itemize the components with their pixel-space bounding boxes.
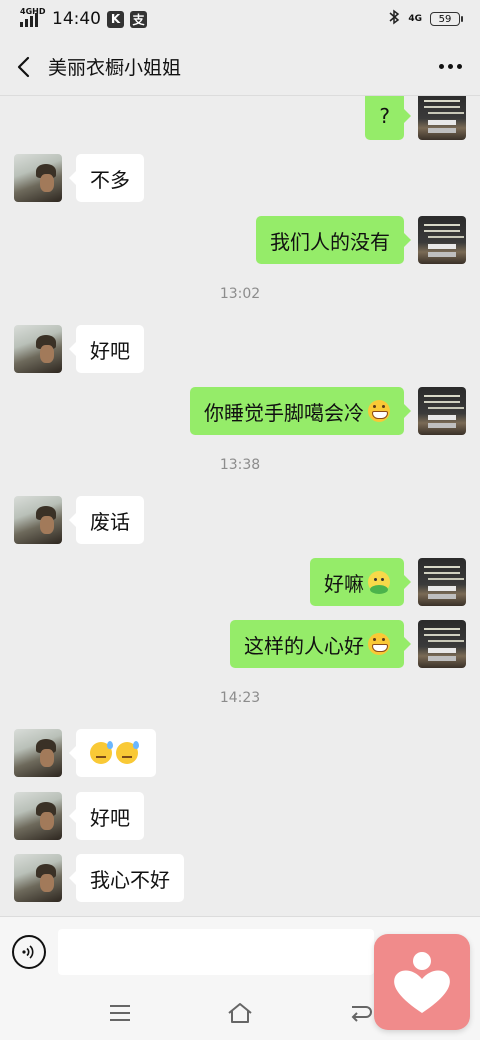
contact-avatar[interactable]: [14, 729, 62, 777]
battery-level: 59: [438, 13, 452, 25]
chat-title: 美丽衣橱小姐姐: [48, 57, 182, 79]
grin-icon: [368, 633, 390, 655]
chat-header: 美丽衣橱小姐姐: [0, 38, 480, 96]
message-input[interactable]: [58, 928, 374, 975]
sprout-icon: [368, 571, 390, 594]
contact-avatar[interactable]: [14, 325, 62, 373]
sent-bubble[interactable]: 我们人的没有: [256, 216, 411, 264]
received-bubble[interactable]: 好吧: [69, 325, 144, 373]
message-row-received: 好吧: [0, 792, 480, 840]
sweat-icon: [90, 741, 113, 764]
more-options-button[interactable]: [420, 38, 480, 96]
message-row-received: 我心不好: [0, 854, 480, 902]
dot-icon: [456, 64, 462, 69]
sent-bubble[interactable]: 你睡觉手脚噶会冷: [190, 387, 411, 435]
dot-icon: [447, 64, 453, 69]
status-bar: 4GHD 14:40 K 支 4G 59: [0, 0, 480, 38]
my-avatar[interactable]: [418, 96, 466, 140]
message-row-received: 不多: [0, 154, 480, 202]
message-row-sent: 这样的人心好: [0, 620, 480, 668]
heart-person-icon: [394, 952, 450, 1013]
message-text: 好嘛: [324, 571, 364, 596]
status-right: 4G 59: [388, 9, 463, 29]
floating-heart-button[interactable]: [374, 934, 470, 1030]
signal-icon: 4GHD: [20, 7, 45, 30]
chevron-left-icon: [17, 56, 30, 77]
message-text: 我心不好: [90, 867, 170, 892]
home-nav-button[interactable]: [220, 993, 260, 1033]
status-left: 4GHD 14:40 K 支: [20, 7, 147, 30]
alipay-icon: 支: [130, 10, 147, 28]
message-text: 废话: [90, 509, 130, 534]
timestamp: 13:38: [219, 457, 261, 473]
message-row-sent: 你睡觉手脚噶会冷: [0, 387, 480, 435]
sent-bubble[interactable]: 这样的人心好: [230, 620, 411, 668]
return-icon: [351, 1006, 372, 1022]
dot-icon: [438, 64, 444, 69]
message-row-received: 好吧: [0, 325, 480, 373]
my-avatar[interactable]: [418, 620, 466, 668]
grin-icon: [368, 400, 390, 422]
voice-input-button[interactable]: [12, 934, 46, 969]
sent-bubble[interactable]: 好嘛: [310, 558, 411, 606]
message-row-received: [0, 729, 480, 777]
message-row-sent: 好嘛: [0, 558, 480, 606]
message-text: 好吧: [90, 805, 130, 830]
message-text: 我们人的没有: [270, 229, 390, 254]
contact-avatar[interactable]: [14, 792, 62, 840]
message-text: 这样的人心好: [244, 633, 364, 658]
received-bubble[interactable]: 废话: [69, 496, 144, 544]
contact-avatar[interactable]: [14, 854, 62, 902]
message-text: 你睡觉手脚噶会冷: [204, 400, 364, 425]
received-bubble[interactable]: 好吧: [69, 792, 144, 840]
contact-avatar[interactable]: [14, 154, 62, 202]
my-avatar[interactable]: [418, 387, 466, 435]
my-avatar[interactable]: [418, 558, 466, 606]
back-button[interactable]: [0, 38, 48, 96]
message-text: 好吧: [90, 338, 130, 363]
received-bubble[interactable]: 我心不好: [69, 854, 184, 902]
message-list[interactable]: ? 不多 我们人的没有 13:02 好吧 你睡觉手脚噶会冷 13:38 废话 好…: [0, 96, 480, 916]
message-row-sent: 我们人的没有: [0, 216, 480, 264]
status-time: 14:40: [52, 9, 101, 29]
menu-nav-button[interactable]: [100, 993, 140, 1033]
k-app-icon: K: [107, 10, 124, 28]
menu-icon: [110, 1005, 130, 1021]
home-icon: [228, 1003, 252, 1023]
message-row-sent: ?: [0, 96, 480, 140]
network-4g-label: 4G: [408, 13, 422, 24]
sent-bubble[interactable]: ?: [365, 96, 411, 140]
my-avatar[interactable]: [418, 216, 466, 264]
contact-avatar[interactable]: [14, 496, 62, 544]
received-bubble[interactable]: [69, 729, 156, 777]
message-text: 不多: [90, 167, 130, 192]
received-bubble[interactable]: 不多: [69, 154, 144, 202]
message-row-received: 废话: [0, 496, 480, 544]
message-text: ?: [379, 104, 390, 128]
sweat-icon: [116, 741, 139, 764]
voice-icon: [22, 944, 34, 959]
bluetooth-icon: [388, 9, 400, 29]
battery-icon: 59: [430, 12, 463, 26]
timestamp: 13:02: [219, 286, 261, 302]
timestamp: 14:23: [219, 690, 261, 706]
